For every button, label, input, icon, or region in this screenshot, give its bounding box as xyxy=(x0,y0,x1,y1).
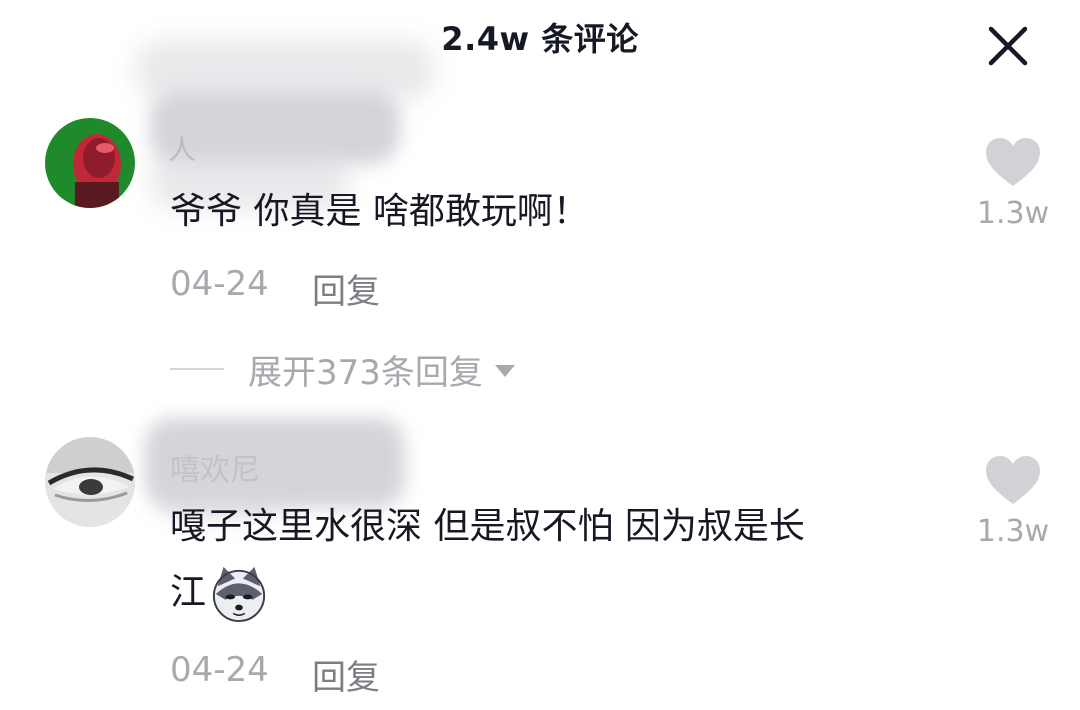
comment-text: 爷爷 你真是 啥都敢玩啊！ xyxy=(170,191,589,232)
caret-down-icon xyxy=(494,365,515,377)
reply-button[interactable]: 回复 xyxy=(312,650,380,699)
husky-dog-emoji xyxy=(212,566,266,623)
comment-text-line-1: 嘎子这里水很深 但是叔不怕 因为叔是长 xyxy=(170,506,805,547)
heart-icon xyxy=(986,138,1040,186)
expand-replies-button[interactable]: 展开373条回复 xyxy=(170,345,515,393)
reply-button[interactable]: 回复 xyxy=(312,264,380,313)
comment-username[interactable]: 嘻欢尼 xyxy=(170,445,260,489)
like-count: 1.3w xyxy=(976,514,1050,549)
avatar[interactable] xyxy=(45,437,135,527)
close-icon xyxy=(988,26,1028,66)
like-button[interactable]: 1.3w xyxy=(968,456,1058,549)
expand-divider xyxy=(170,368,224,370)
avatar-image xyxy=(45,118,135,208)
close-button[interactable] xyxy=(984,22,1032,70)
comment-text-line-2: 江 xyxy=(170,561,268,625)
avatar[interactable] xyxy=(45,118,135,208)
comment-text-line-2-text: 江 xyxy=(170,572,207,613)
like-count: 1.3w xyxy=(976,196,1050,231)
avatar-image xyxy=(45,437,135,527)
comment-date: 04-24 xyxy=(170,264,269,304)
like-button[interactable]: 1.3w xyxy=(968,138,1058,231)
blurred-username-1b xyxy=(135,40,435,100)
expand-replies-label: 展开373条回复 xyxy=(248,352,483,393)
comment-username[interactable]: 人 xyxy=(168,128,196,168)
comment-date: 04-24 xyxy=(170,650,269,690)
heart-icon xyxy=(986,456,1040,504)
